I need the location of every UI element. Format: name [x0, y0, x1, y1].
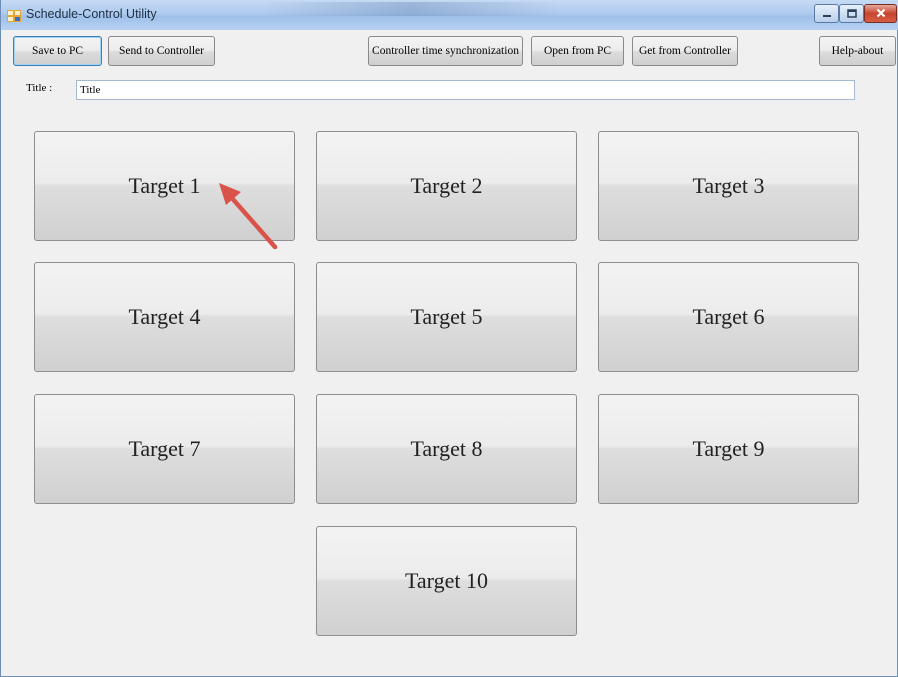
help-about-button[interactable]: Help-about — [819, 36, 896, 66]
maximize-button[interactable] — [839, 4, 864, 23]
target-8-button[interactable]: Target 8 — [316, 394, 577, 504]
app-icon — [7, 9, 21, 22]
title-bar[interactable]: Schedule-Control Utility — [1, 0, 898, 30]
time-sync-button[interactable]: Controller time synchronization — [368, 36, 523, 66]
target-4-button[interactable]: Target 4 — [34, 262, 295, 372]
target-5-button[interactable]: Target 5 — [316, 262, 577, 372]
get-from-controller-button[interactable]: Get from Controller — [632, 36, 738, 66]
send-to-controller-button[interactable]: Send to Controller — [108, 36, 215, 66]
target-6-button[interactable]: Target 6 — [598, 262, 859, 372]
minimize-icon — [822, 5, 832, 23]
minimize-button[interactable] — [814, 4, 839, 23]
target-7-button[interactable]: Target 7 — [34, 394, 295, 504]
target-3-button[interactable]: Target 3 — [598, 131, 859, 241]
title-label: Title : — [26, 82, 53, 94]
arrow-icon — [219, 183, 278, 250]
target-10-button[interactable]: Target 10 — [316, 526, 577, 636]
target-9-button[interactable]: Target 9 — [598, 394, 859, 504]
save-to-pc-button[interactable]: Save to PC — [13, 36, 102, 66]
target-2-button[interactable]: Target 2 — [316, 131, 577, 241]
maximize-icon — [846, 5, 857, 23]
close-icon — [876, 5, 886, 23]
close-button[interactable] — [864, 4, 897, 23]
window-title: Schedule-Control Utility — [26, 7, 157, 21]
app-window: Schedule-Control Utility Save to PC Send… — [0, 0, 898, 677]
open-from-pc-button[interactable]: Open from PC — [531, 36, 624, 66]
title-input[interactable] — [76, 80, 855, 100]
